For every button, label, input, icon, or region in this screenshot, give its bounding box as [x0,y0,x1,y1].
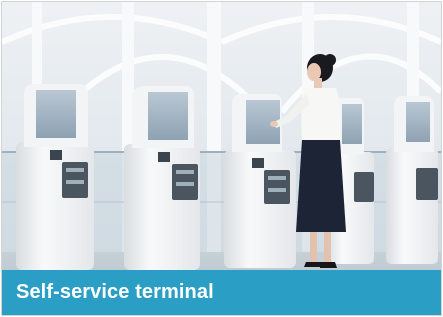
image-card: Self-service terminal [1,1,442,316]
caption-title: Self-service terminal [16,281,214,303]
airport-kiosk-photo [2,2,441,315]
caption-bar: Self-service terminal [2,270,441,315]
